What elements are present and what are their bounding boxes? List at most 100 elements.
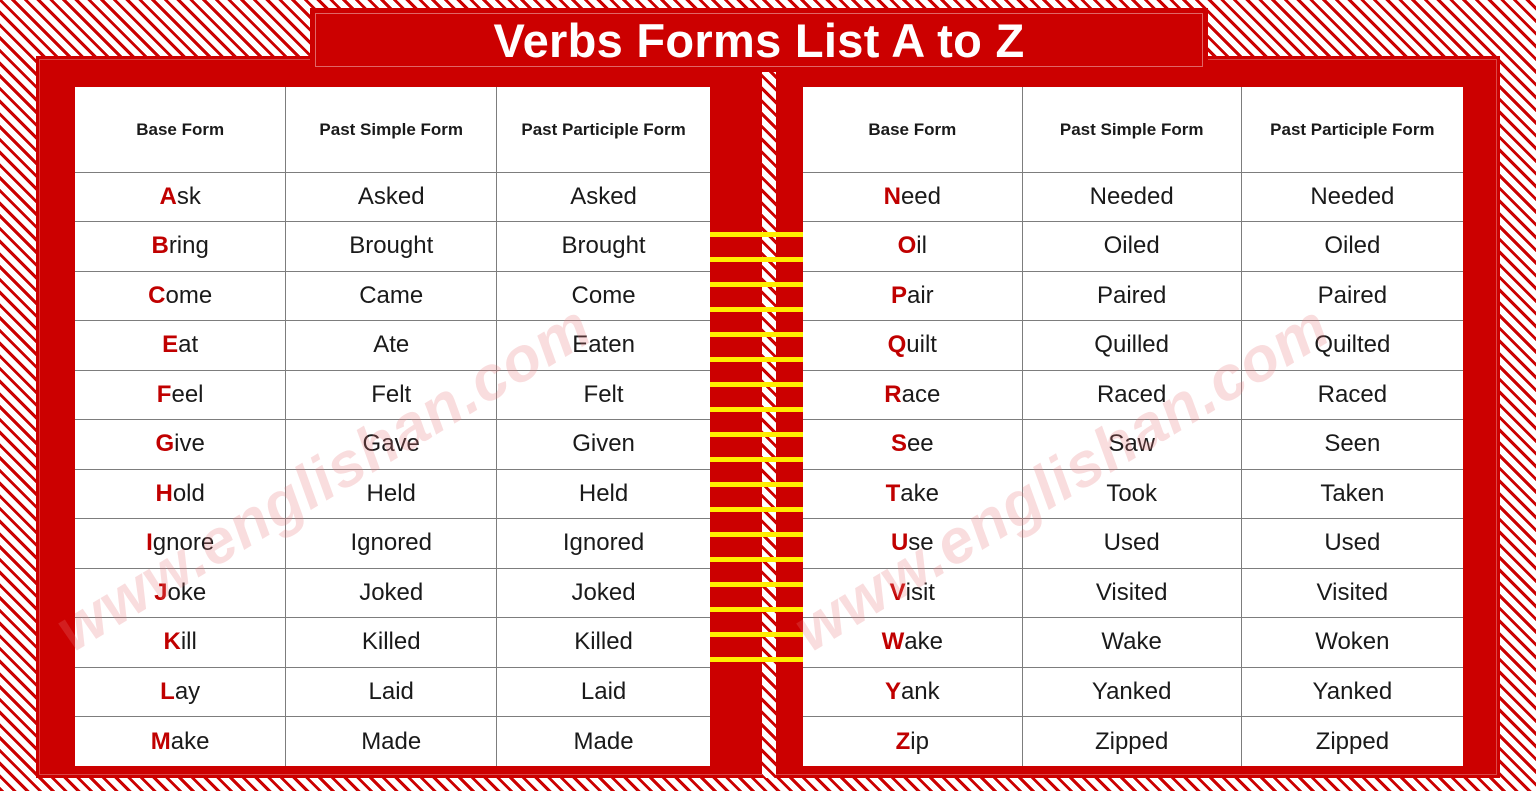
cell-past-simple: Asked — [285, 172, 498, 222]
base-initial-letter: I — [146, 529, 153, 557]
title-banner: Verbs Forms List A to Z — [310, 8, 1208, 72]
base-initial-letter: E — [162, 331, 179, 359]
base-initial-letter: M — [150, 727, 171, 755]
cell-base-form: Race — [803, 370, 1023, 420]
cell-base-form: Quilt — [803, 320, 1023, 371]
base-initial-letter: V — [889, 578, 906, 606]
verb-table-left: Base Form Past Simple Form Past Particip… — [75, 87, 710, 766]
table-head-left: Base Form Past Simple Form Past Particip… — [75, 87, 710, 173]
cell-past-participle: Made — [573, 727, 634, 755]
base-remainder: sk — [176, 182, 201, 210]
header-past-participle: Past Participle Form — [1241, 87, 1463, 173]
cell-past-participle: Used — [1241, 518, 1463, 569]
verb-table-right: Base Form Past Simple Form Past Particip… — [803, 87, 1463, 766]
cell-past-simple: Yanked — [1022, 667, 1242, 717]
base-initial-letter: H — [155, 479, 173, 507]
base-remainder: at — [178, 331, 199, 359]
cell-past-participle: Laid — [496, 667, 710, 717]
cell-past-simple: Joked — [285, 568, 498, 618]
cell-base-form: Feel — [75, 370, 287, 420]
cell-past-simple: Used — [1022, 518, 1242, 569]
cell-past-participle: Killed — [496, 617, 710, 668]
table-row: Quilt Quilled Quilted — [803, 320, 1463, 371]
cell-base-form: Zip — [803, 716, 1023, 766]
cell-past-participle: Seen — [1241, 419, 1463, 470]
base-initial-letter: N — [883, 182, 901, 210]
cell-base-form: Give — [75, 419, 287, 470]
cell-base-form: Yank — [803, 667, 1023, 717]
base-remainder: eel — [171, 380, 204, 408]
cell-past-simple: Ignored — [285, 518, 498, 569]
base-remainder: old — [172, 479, 205, 507]
cell-base-form: Lay — [75, 667, 287, 717]
cell-base-form: Come — [75, 271, 287, 321]
base-initial-letter: A — [159, 182, 177, 210]
cell-past-simple: Felt — [285, 370, 498, 420]
header-past-simple: Past Simple Form — [1022, 87, 1242, 173]
cell-past-participle: Taken — [1241, 469, 1463, 519]
cell-past-participle: Raced — [1241, 370, 1463, 420]
base-remainder: ome — [165, 281, 213, 309]
table-row: Bring Brought Brought — [75, 221, 710, 272]
cell-base-form: Oil — [803, 221, 1023, 272]
base-remainder: se — [908, 529, 934, 557]
base-remainder: ake — [170, 727, 210, 755]
base-remainder: ive — [174, 430, 205, 458]
cell-past-participle: Ignored — [496, 518, 710, 569]
base-remainder: ank — [900, 677, 940, 705]
table-row: Take Took Taken — [803, 469, 1463, 519]
table-row: Ignore Ignored Ignored — [75, 518, 710, 569]
base-remainder: isit — [905, 578, 935, 606]
table-row: Joke Joked Joked — [75, 568, 710, 618]
cell-past-participle: Asked — [496, 172, 710, 222]
table-row: Wake Wake Woken — [803, 617, 1463, 668]
cell-base-form: Pair — [803, 271, 1023, 321]
table-row: Oil Oiled Oiled — [803, 221, 1463, 272]
base-initial-letter: J — [154, 578, 168, 606]
table-row: Make Made Made — [75, 716, 710, 766]
table-row: Hold Held Held — [75, 469, 710, 519]
cell-base-form: See — [803, 419, 1023, 470]
cell-past-participle: Brought — [496, 221, 710, 272]
cell-past-participle: Zipped — [1315, 727, 1390, 755]
cell-past-participle: Come — [496, 271, 710, 321]
table-row: Race Raced Raced — [803, 370, 1463, 420]
cell-past-simple: Held — [285, 469, 498, 519]
base-remainder: ip — [910, 727, 929, 755]
base-initial-letter: W — [881, 628, 905, 656]
base-initial-letter: S — [890, 430, 907, 458]
cell-past-participle: Needed — [1241, 172, 1463, 222]
cell-base-form: Hold — [75, 469, 287, 519]
table-row: Give Gave Given — [75, 419, 710, 470]
cell-past-participle: Joked — [496, 568, 710, 618]
cell-past-simple: Brought — [285, 221, 498, 272]
cell-past-simple: Killed — [285, 617, 498, 668]
cell-past-simple: Quilled — [1022, 320, 1242, 371]
cell-past-simple: Visited — [1022, 568, 1242, 618]
cell-base-form: Wake — [803, 617, 1023, 668]
cell-base-form: Make — [75, 716, 287, 766]
cell-past-simple: Came — [285, 271, 498, 321]
base-remainder: ay — [174, 677, 201, 705]
cell-past-simple: Saw — [1022, 419, 1242, 470]
cell-base-form: Kill — [75, 617, 287, 668]
verb-table-right-grid: Base Form Past Simple Form Past Particip… — [803, 87, 1463, 766]
base-initial-letter: R — [884, 380, 902, 408]
cell-base-form: Eat — [75, 320, 287, 371]
header-base-form: Base Form — [75, 87, 287, 173]
cell-past-simple: Ate — [285, 320, 498, 371]
base-initial-letter: L — [160, 677, 175, 705]
cell-past-participle: Quilted — [1241, 320, 1463, 371]
page-title: Verbs Forms List A to Z — [493, 13, 1025, 67]
cell-past-participle: Woken — [1241, 617, 1463, 668]
base-initial-letter: Q — [887, 331, 907, 359]
cell-base-form: Bring — [75, 221, 287, 272]
cell-past-simple: Zipped — [1022, 716, 1242, 766]
base-remainder: ake — [900, 479, 939, 507]
base-initial-letter: U — [890, 529, 909, 557]
table-row: Ask Asked Asked — [75, 172, 710, 222]
table-row: Come Came Come — [75, 271, 710, 321]
table-row: Pair Paired Paired — [803, 271, 1463, 321]
cell-past-participle: Paired — [1241, 271, 1463, 321]
cell-past-simple: Needed — [1022, 172, 1242, 222]
